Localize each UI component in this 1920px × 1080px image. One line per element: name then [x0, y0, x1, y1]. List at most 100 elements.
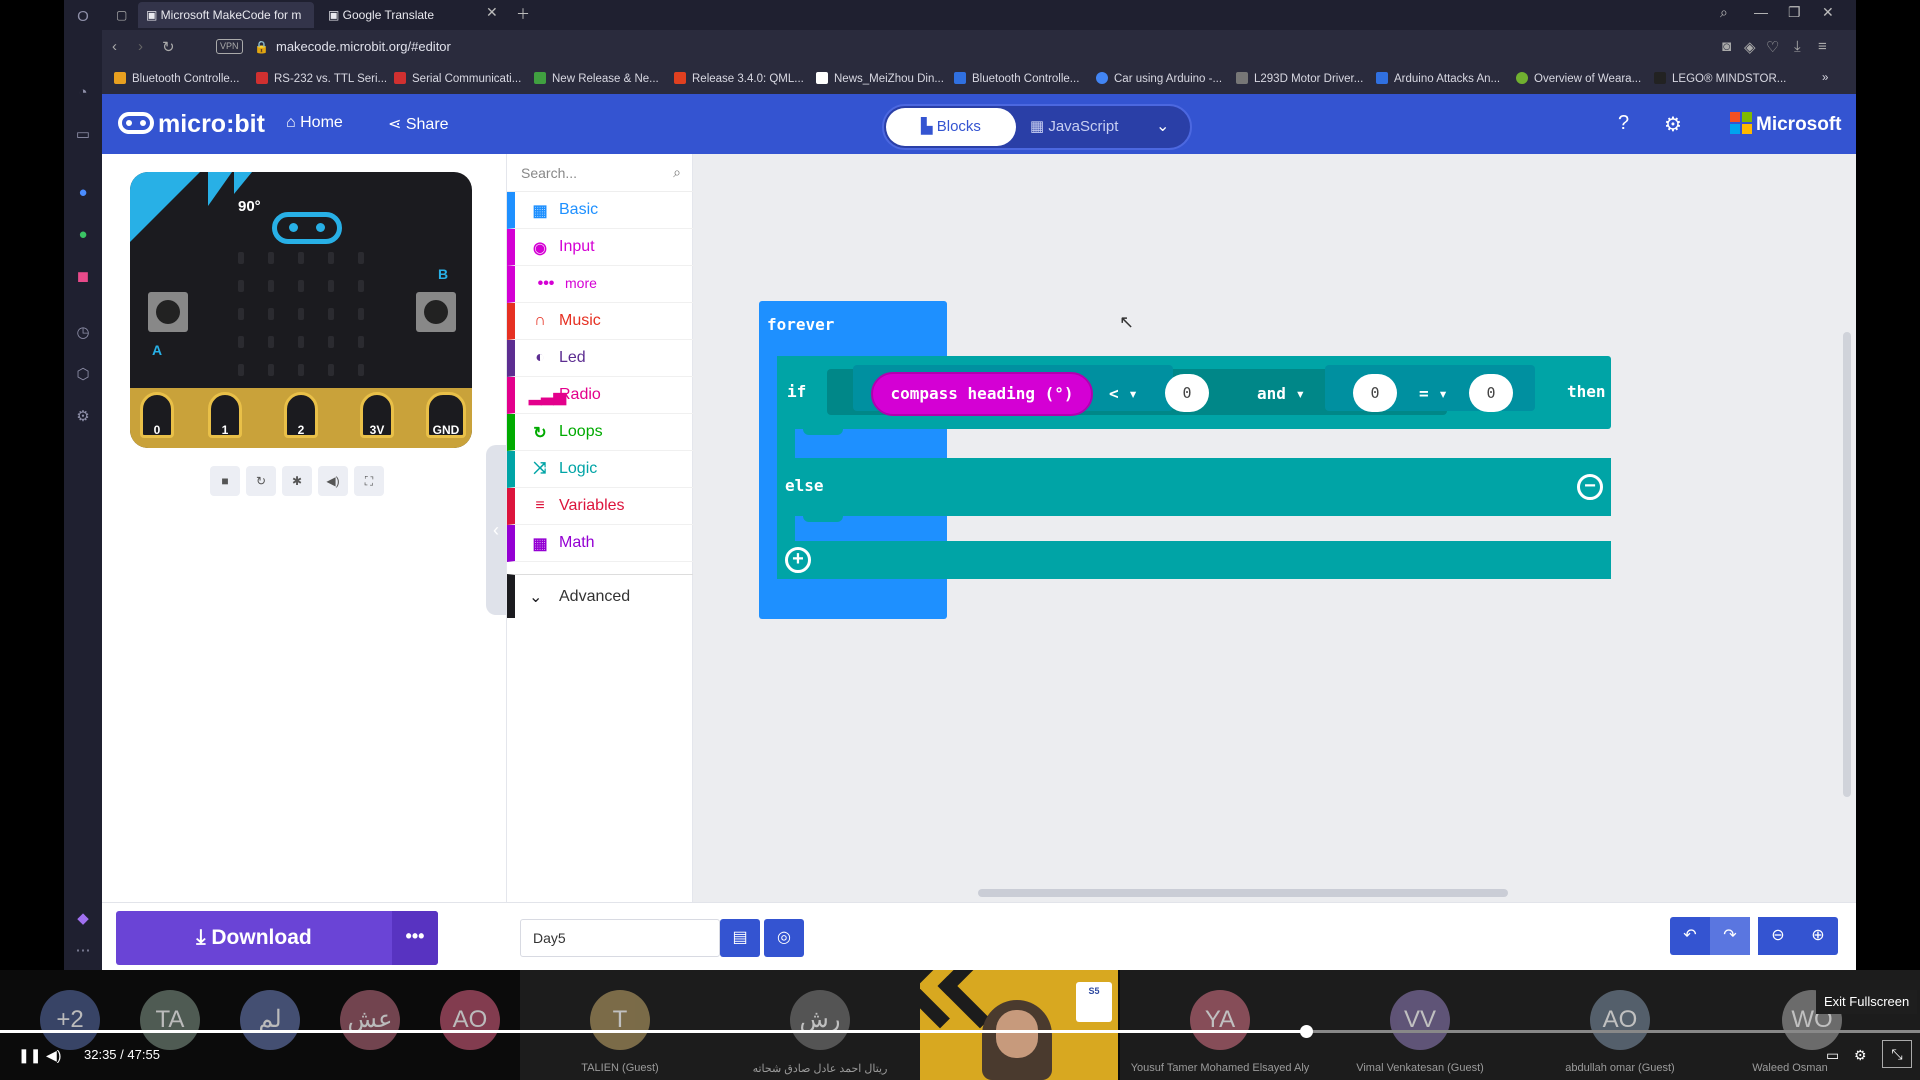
save-button[interactable]: ▤ — [720, 919, 760, 957]
javascript-tab[interactable]: ▦ JavaScript — [1030, 117, 1118, 135]
shield-icon[interactable]: ◈ — [1744, 38, 1756, 56]
close-window-icon[interactable]: ✕ — [1822, 4, 1834, 21]
category-input[interactable]: ◉ Input — [507, 229, 693, 266]
tab-close-icon[interactable]: ✕ — [486, 4, 498, 21]
microbit-logo-touch[interactable] — [272, 212, 342, 244]
whatsapp-icon[interactable]: ● — [74, 226, 92, 244]
tab-makecode[interactable]: ▣ Microsoft MakeCode for m — [138, 2, 314, 28]
bookmark-item[interactable]: News_MeiZhou Din... — [816, 72, 944, 85]
new-tab-icon[interactable]: ＋ — [516, 4, 530, 24]
tab-google-translate[interactable]: ▣ Google Translate — [320, 2, 470, 28]
pin-1[interactable]: 1 — [208, 392, 242, 438]
blocks-tab[interactable]: ▙ Blocks — [886, 108, 1016, 146]
avatar[interactable]: لم — [240, 990, 300, 1050]
instagram-icon[interactable]: ◼ — [74, 268, 92, 286]
pause-icon[interactable]: ❚❚ — [18, 1047, 41, 1064]
category-basic[interactable]: ▦ Basic — [507, 192, 693, 229]
box-icon[interactable]: ⬡ — [74, 366, 92, 384]
download-more-button[interactable]: ••• — [392, 911, 438, 965]
bookmark-item[interactable]: Car using Arduino -... — [1096, 72, 1222, 85]
microbit-board[interactable]: 90° A B 0 1 2 3V GND — [130, 172, 472, 448]
category-advanced[interactable]: ⌄ Advanced — [507, 574, 693, 618]
back-icon[interactable]: ‹ — [112, 38, 117, 55]
settings-gear-icon[interactable]: ⚙ — [74, 408, 92, 426]
category-music[interactable]: ∩ Music — [507, 303, 693, 340]
reload-icon[interactable]: ↻ — [162, 38, 175, 56]
avatar[interactable]: AO — [440, 990, 500, 1050]
history-icon[interactable]: ◷ — [74, 324, 92, 342]
captions-icon[interactable]: ▭ — [1826, 1047, 1839, 1064]
bag-icon[interactable]: ▭ — [74, 126, 92, 144]
less-than-dropdown[interactable]: < ▾ — [1109, 384, 1138, 403]
collapse-simulator-button[interactable]: ‹ — [486, 445, 506, 615]
more-icon[interactable]: ⋯ — [74, 942, 92, 960]
blocks-workspace[interactable]: forever if then else − + compass heading… — [693, 154, 1856, 902]
pin-gnd[interactable]: GND — [426, 392, 466, 438]
settings-icon[interactable]: ⚙ — [1664, 112, 1682, 137]
remove-else-icon[interactable]: − — [1577, 474, 1603, 500]
bookmark-item[interactable]: LEGO® MINDSTOR... — [1654, 72, 1786, 85]
undo-button[interactable]: ↶ — [1670, 917, 1710, 955]
category-radio[interactable]: ▂▃▅ Radio — [507, 377, 693, 414]
seek-handle[interactable] — [1299, 1025, 1313, 1038]
player-settings-icon[interactable]: ⚙ — [1854, 1047, 1867, 1064]
pin-0[interactable]: 0 — [140, 392, 174, 438]
bookmark-item[interactable]: Arduino Attacks An... — [1376, 72, 1500, 85]
bookmark-item[interactable]: Bluetooth Controlle... — [114, 72, 239, 85]
vertical-scrollbar[interactable] — [1843, 332, 1851, 797]
avatar[interactable]: TA — [140, 990, 200, 1050]
language-dropdown-chevron-icon[interactable]: ⌄ — [1156, 116, 1169, 136]
equals-left-field[interactable]: 0 — [1353, 374, 1397, 412]
microbit-logo[interactable]: micro:bit — [118, 110, 265, 139]
bookmark-item[interactable]: Bluetooth Controlle... — [954, 72, 1079, 85]
bookmark-item[interactable]: Overview of Weara... — [1516, 72, 1641, 85]
download-icon[interactable]: ⤓ — [1794, 38, 1801, 55]
messenger-icon[interactable]: ● — [74, 184, 92, 202]
extension-icon[interactable]: ◆ — [74, 910, 92, 928]
share-button[interactable]: ⋖ Share — [388, 114, 449, 134]
add-else-if-icon[interactable]: + — [785, 547, 811, 573]
bookmark-item[interactable]: RS-232 vs. TTL Seri... — [256, 72, 387, 85]
redo-button[interactable]: ↷ — [1710, 917, 1750, 955]
pin-2[interactable]: 2 — [284, 392, 318, 438]
avatar[interactable]: عش — [340, 990, 400, 1050]
equals-dropdown[interactable]: = ▾ — [1419, 384, 1448, 403]
compass-heading-block[interactable]: compass heading (°) — [871, 372, 1093, 416]
button-a[interactable] — [148, 292, 188, 332]
url-text[interactable]: makecode.microbit.org/#editor — [276, 39, 451, 54]
category-input-more[interactable]: ••• more — [507, 266, 693, 303]
debug-bug-icon[interactable]: ✱ — [282, 466, 312, 496]
vpn-badge[interactable]: VPN — [216, 39, 243, 54]
heart-icon[interactable]: ♡ — [1766, 38, 1779, 56]
camera-icon[interactable]: ◙ — [1722, 38, 1731, 55]
pin-3v[interactable]: 3V — [360, 392, 394, 438]
category-variables[interactable]: ≡ Variables — [507, 488, 693, 525]
exit-fullscreen-button[interactable]: ⤡ — [1882, 1040, 1912, 1068]
category-logic[interactable]: ⤨ Logic — [507, 451, 693, 488]
equals-right-field[interactable]: 0 — [1469, 374, 1513, 412]
project-name-input[interactable]: Day5 — [520, 919, 720, 957]
category-led[interactable]: ◐ Led — [507, 340, 693, 377]
mute-speaker-icon[interactable]: ◀) — [318, 466, 348, 496]
category-math[interactable]: ▦ Math — [507, 525, 693, 562]
toolbox-search[interactable]: Search... ⌕ — [507, 154, 693, 192]
speed-dial-icon[interactable]: ◔ — [74, 84, 92, 102]
zoom-out-button[interactable]: ⊖ — [1758, 917, 1798, 955]
restore-icon[interactable]: ❐ — [1788, 4, 1801, 21]
download-button[interactable]: ⤓ Download — [116, 911, 392, 965]
search-icon[interactable]: ⌕ — [673, 164, 681, 181]
minimize-icon[interactable]: — — [1754, 4, 1768, 20]
bookmark-item[interactable]: L293D Motor Driver... — [1236, 72, 1363, 85]
bookmark-item[interactable]: Release 3.4.0: QML... — [674, 72, 804, 85]
forward-icon[interactable]: › — [138, 38, 143, 55]
else-block[interactable]: else − — [777, 458, 1611, 516]
opera-logo-icon[interactable]: O — [74, 8, 92, 26]
bookmark-item[interactable]: New Release & Ne... — [534, 72, 659, 85]
microsoft-logo[interactable]: Microsoft — [1730, 112, 1842, 136]
restart-icon[interactable]: ↻ — [246, 466, 276, 496]
volume-icon[interactable]: ◀) — [46, 1047, 61, 1064]
search-input[interactable]: Search... — [521, 165, 577, 181]
category-loops[interactable]: ↻ Loops — [507, 414, 693, 451]
menu-icon[interactable]: ≡ — [1818, 38, 1827, 55]
compare-value-field[interactable]: 0 — [1165, 374, 1209, 412]
